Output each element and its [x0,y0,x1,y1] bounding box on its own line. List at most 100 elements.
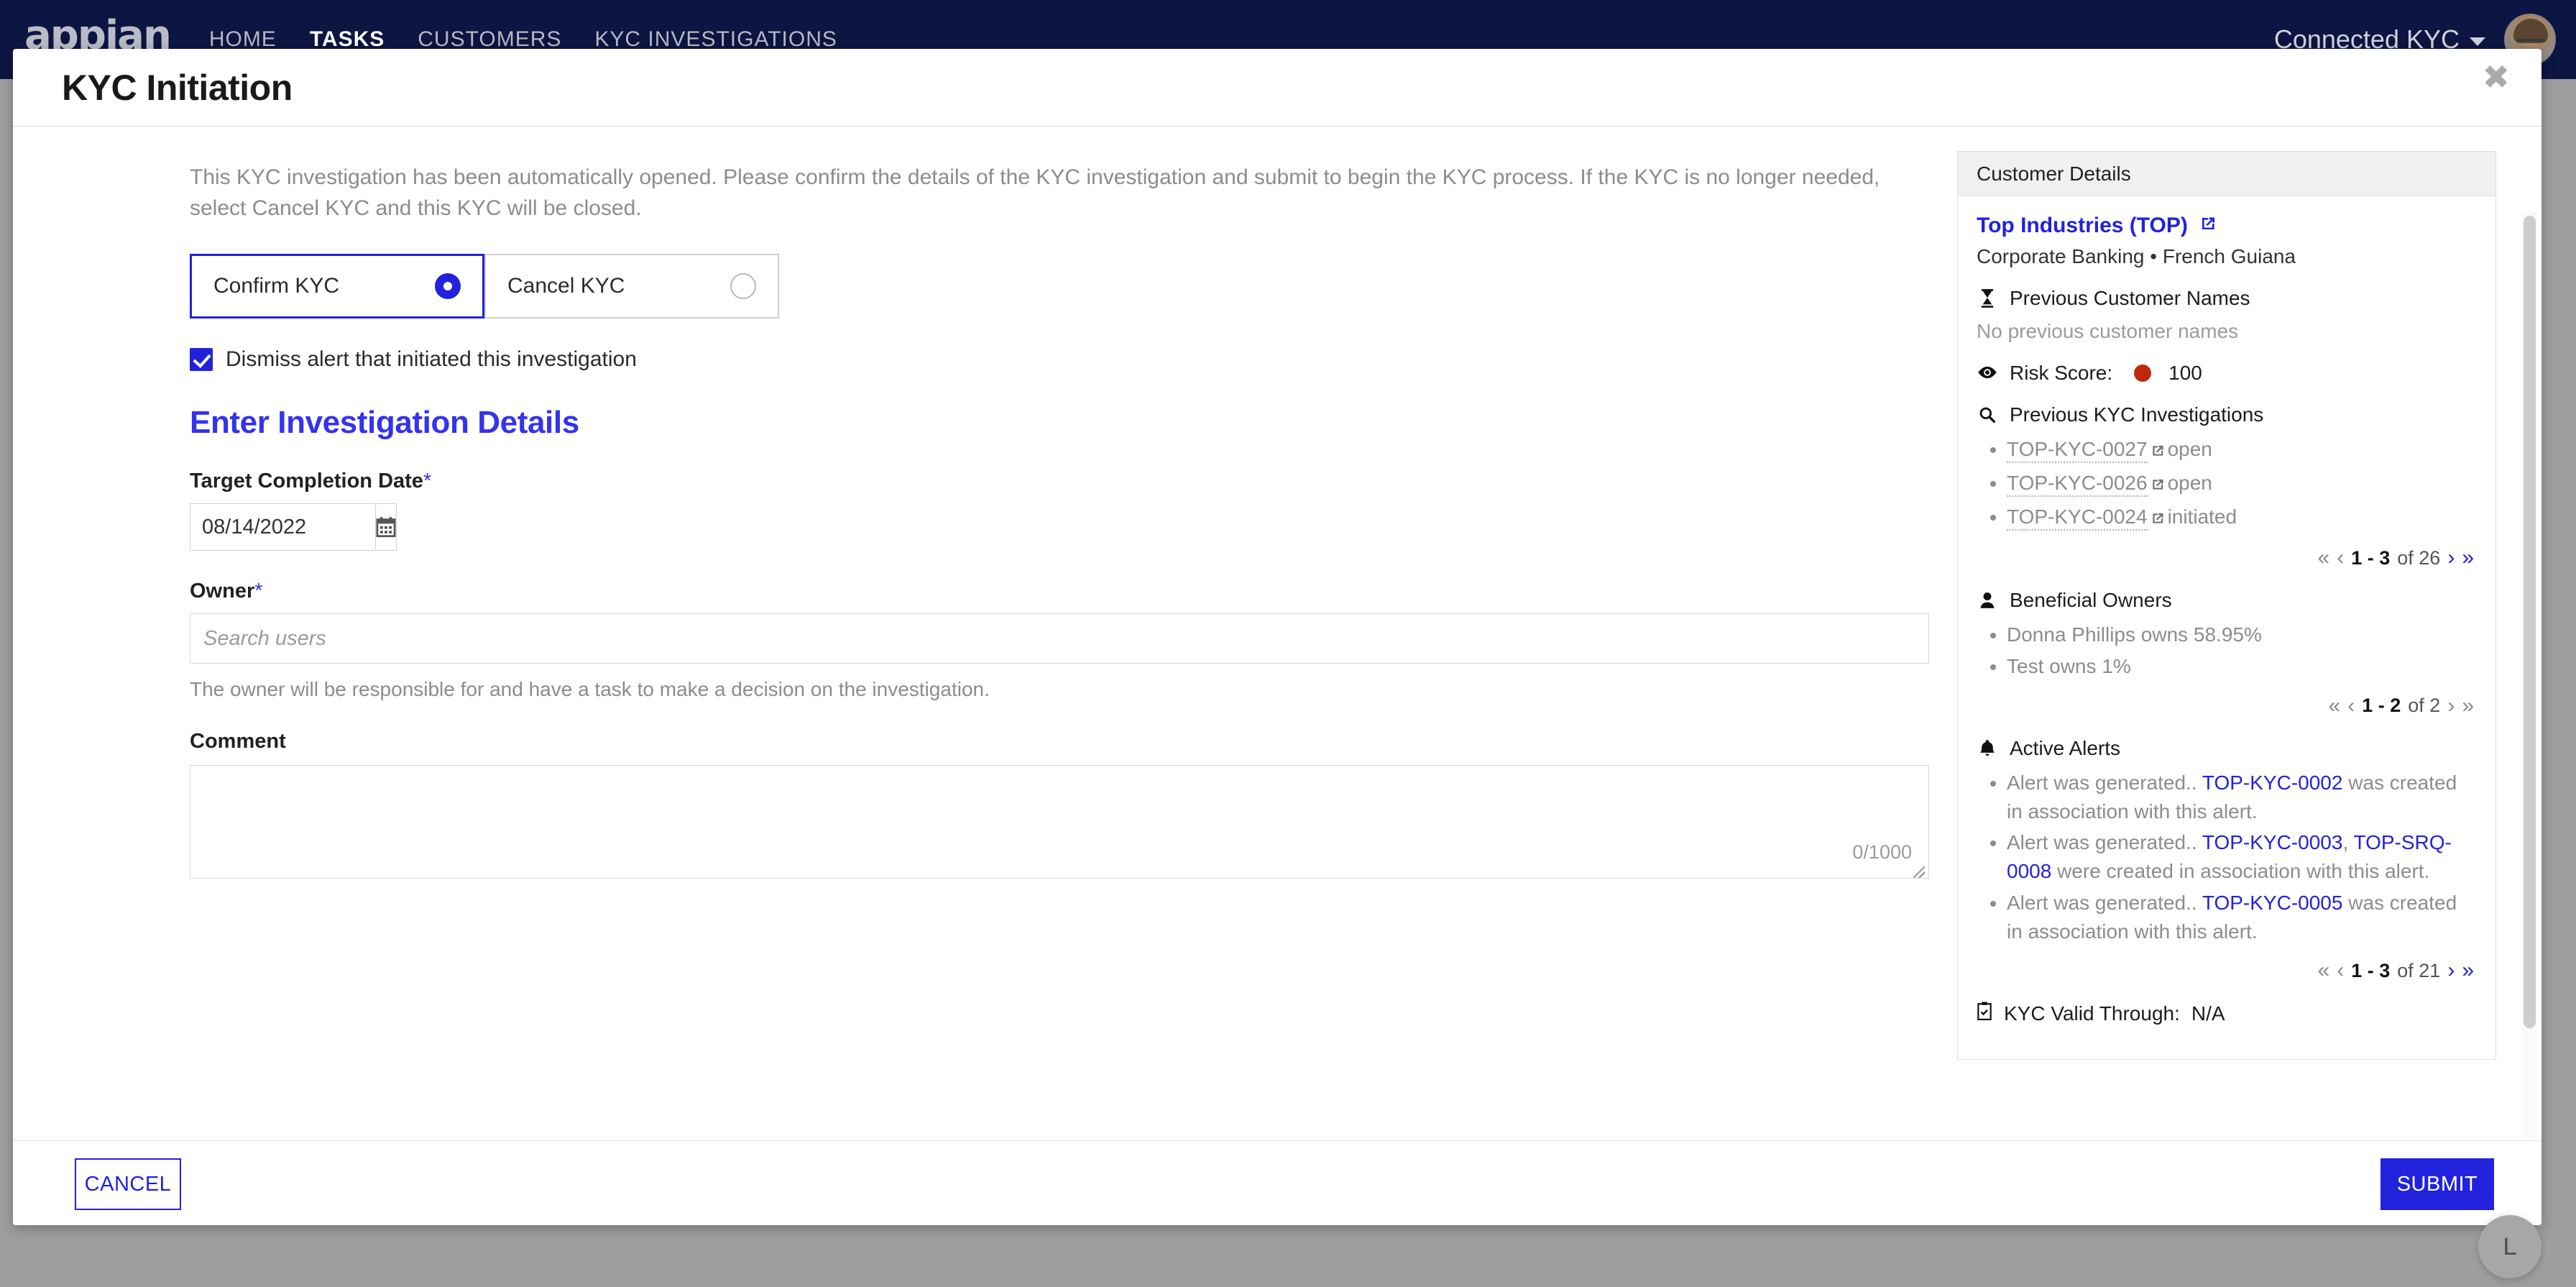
scrollbar-thumb[interactable] [2524,216,2536,1028]
beneficial-owners-pager: « ‹ 1 - 2 of 2 › » [1977,694,2477,718]
kyc-status: open [2167,471,2212,494]
external-link-icon [2199,214,2217,238]
previous-kyc-list: TOP-KYC-0027 open TOP-KYC-0026 open TOP-KY… [2007,435,2477,533]
required-asterisk-owner: * [254,580,263,603]
clipboard-check-icon [1977,1002,1992,1025]
owner-search-input[interactable] [190,613,1929,664]
pager-prev-button[interactable]: ‹ [2337,958,2344,983]
pager-next-button[interactable]: › [2447,694,2455,718]
kyc-initiation-dialog: KYC Initiation ✖ This KYC investigation … [13,49,2542,1225]
alert-case-link[interactable]: TOP-KYC-0005 [2202,892,2343,914]
customer-name-link[interactable]: Top Industries (TOP) [1977,214,2477,238]
risk-score-row: Risk Score: 100 [1977,362,2477,385]
beneficial-owners-heading: Beneficial Owners [1977,589,2477,612]
pager-first-button[interactable]: « [2329,694,2341,718]
comment-textarea[interactable] [190,765,1929,879]
chevron-down-icon [2470,37,2485,46]
customer-details-content: Top Industries (TOP) Corporate Banking •… [1958,196,2496,1044]
pager-range: 1 - 2 [2362,695,2401,717]
alert-case-link[interactable]: TOP-KYC-0002 [2202,771,2343,794]
comment-label: Comment [190,730,286,754]
alert-post-text: were created in association with this al… [2051,860,2430,882]
risk-status-dot [2134,365,2152,382]
target-completion-date-field [190,503,397,551]
list-item: Test owns 1% [2007,652,2477,681]
bell-icon [1977,739,1998,758]
pager-next-button[interactable]: › [2447,546,2455,570]
dialog-body: This KYC investigation has been automati… [13,127,2542,1140]
pager-range: 1 - 3 [2351,546,2391,569]
previous-customer-names-heading: Previous Customer Names [1977,287,2477,310]
nav-link-customers[interactable]: CUSTOMERS [418,27,561,52]
owner-label: Owner* [190,580,1929,603]
pager-last-button[interactable]: » [2462,958,2474,983]
nav-link-home[interactable]: HOME [209,27,277,52]
previous-kyc-pager: « ‹ 1 - 3 of 26 › » [1977,546,2477,570]
dismiss-alert-checkbox-row[interactable]: Dismiss alert that initiated this invest… [190,347,1929,372]
list-item: Alert was generated.. TOP-KYC-0005 was c… [2007,889,2477,946]
alert-pre-text: Alert was generated.. [2007,771,2202,794]
customer-segment-country: Corporate Banking • French Guiana [1977,245,2296,267]
nav-link-kyc-investigations[interactable]: KYC INVESTIGATIONS [594,27,837,52]
nav-link-tasks[interactable]: TASKS [310,27,385,52]
pager-prev-button[interactable]: ‹ [2337,546,2344,570]
beneficial-owners-list: Donna Phillips owns 58.95% Test owns 1% [2007,620,2477,681]
risk-score-label: Risk Score: [2010,362,2113,384]
section-heading-investigation-details: Enter Investigation Details [190,405,579,441]
hourglass-icon [1977,288,1998,308]
pager-first-button[interactable]: « [2318,546,2330,570]
submit-button[interactable]: SUBMIT [2380,1158,2494,1210]
alert-pre-text: Alert was generated.. [2007,831,2202,854]
dialog-footer: CANCEL SUBMIT [13,1140,2542,1225]
checkbox-checked-icon[interactable] [190,348,213,372]
resize-handle[interactable] [1913,866,1925,879]
active-alerts-heading: Active Alerts [1977,737,2477,760]
list-item: Alert was generated.. TOP-KYC-0003, TOP-… [2007,828,2477,886]
investigation-form: This KYC investigation has been automati… [190,127,1929,882]
radio-option-confirm-kyc[interactable]: Confirm KYC [190,254,484,319]
active-alerts-list: Alert was generated.. TOP-KYC-0002 was c… [2007,769,2477,946]
kyc-valid-through-label: KYC Valid Through: [2004,1002,2180,1025]
calendar-icon[interactable] [375,503,397,551]
previous-kyc-investigations-heading: Previous KYC Investigations [1977,403,2477,426]
list-item: Alert was generated.. TOP-KYC-0002 was c… [2007,769,2477,826]
active-alerts-label: Active Alerts [2010,736,2121,759]
kyc-link[interactable]: TOP-KYC-0026 [2007,471,2148,497]
help-floating-button[interactable]: L [2478,1215,2542,1278]
decision-radio-group: Confirm KYC Cancel KYC [190,254,1929,319]
dialog-header: KYC Initiation ✖ [13,49,2542,127]
target-completion-date-input[interactable] [190,503,375,551]
comment-field: 0/1000 [190,765,1929,882]
primary-nav-links: HOME TASKS CUSTOMERS KYC INVESTIGATIONS [209,27,837,52]
kyc-link[interactable]: TOP-KYC-0024 [2007,505,2148,531]
alert-link-separator: , [2342,831,2354,854]
kyc-status: open [2167,438,2212,460]
cancel-button[interactable]: CANCEL [75,1158,181,1210]
risk-score-value: 100 [2168,362,2202,384]
pager-range: 1 - 3 [2351,959,2391,981]
radio-option-cancel-kyc[interactable]: Cancel KYC [484,254,779,319]
pager-first-button[interactable]: « [2318,958,2330,983]
pager-last-button[interactable]: » [2462,694,2474,718]
radio-unselected-icon [730,273,756,300]
alert-pre-text: Alert was generated.. [2007,891,2202,914]
kyc-link[interactable]: TOP-KYC-0027 [2007,438,2148,463]
search-icon [1977,406,1998,423]
dismiss-alert-label: Dismiss alert that initiated this invest… [226,347,637,372]
pager-last-button[interactable]: » [2462,546,2474,570]
owner-label-text: Owner [190,580,255,603]
target-completion-date-label: Target Completion Date* [190,470,1929,493]
close-icon[interactable]: ✖ [2482,60,2510,93]
pager-total: of 2 [2408,695,2441,717]
alert-case-link[interactable]: TOP-KYC-0003 [2202,831,2343,853]
required-asterisk: * [423,470,432,493]
eye-icon [1977,362,1998,385]
pager-prev-button[interactable]: ‹ [2347,694,2355,718]
character-counter: 0/1000 [1852,841,1912,864]
intro-text: This KYC investigation has been automati… [190,165,1880,220]
external-link-icon [2150,471,2165,500]
pager-next-button[interactable]: › [2447,958,2455,983]
kyc-status: initiated [2167,505,2237,528]
target-completion-date-label-text: Target Completion Date [190,470,423,493]
previous-customer-names-label: Previous Customer Names [2010,287,2250,309]
